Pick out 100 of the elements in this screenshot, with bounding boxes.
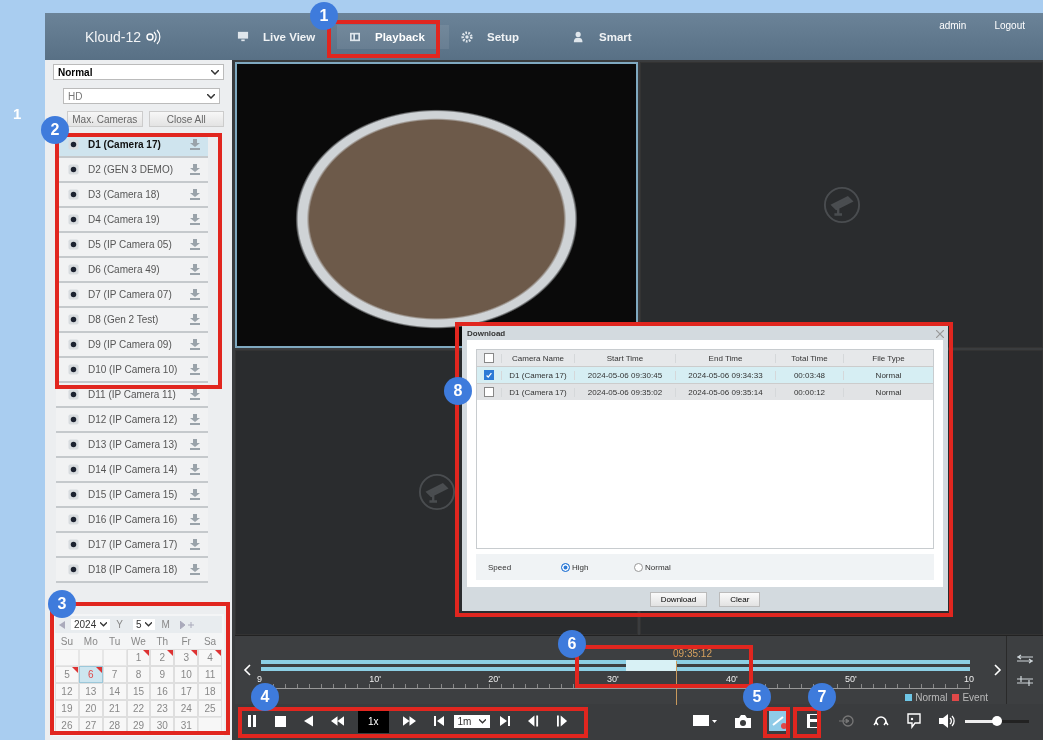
speed-radio[interactable]: Normal	[634, 562, 707, 572]
calendar-day[interactable]: 22	[126, 700, 151, 717]
camera-item[interactable]: D10 (IP Camera 10)	[56, 358, 208, 383]
nav-tab[interactable]: Playback	[337, 24, 449, 49]
calendar-day[interactable]: 1	[126, 649, 151, 666]
calendar-day[interactable]: 15	[126, 683, 151, 700]
calendar-day[interactable]: 10	[174, 666, 199, 683]
camera-item[interactable]: D6 (Camera 49)	[56, 258, 208, 283]
download-icon[interactable]	[190, 414, 200, 425]
logout-link[interactable]: Logout	[994, 20, 1025, 31]
row-checkbox[interactable]	[484, 387, 494, 397]
timeline-track[interactable]	[261, 659, 970, 671]
table-row[interactable]: D1 (Camera 17) 2024-05-06 09:35:02 2024-05-06 09:35:14 00:00:12 Normal	[477, 383, 933, 400]
camera-item[interactable]: D9 (IP Camera 09)	[56, 333, 208, 358]
digital-zoom-icon[interactable]	[839, 714, 855, 728]
download-icon[interactable]	[190, 264, 200, 275]
snapshot-icon[interactable]	[735, 714, 751, 728]
calendar-day[interactable]: 4	[198, 649, 222, 666]
sidebar-button[interactable]: Max. Cameras	[67, 111, 143, 127]
select-all-checkbox[interactable]	[484, 353, 494, 363]
nav-tab[interactable]: Smart	[561, 24, 673, 49]
camera-item[interactable]: D8 (Gen 2 Test)	[56, 308, 208, 333]
calendar-day[interactable]: 11	[198, 666, 222, 683]
download-icon[interactable]	[190, 489, 200, 500]
camera-item[interactable]: D7 (IP Camera 07)	[56, 283, 208, 308]
rewind-icon[interactable]	[331, 716, 344, 726]
download-icon[interactable]	[190, 289, 200, 300]
camera-item[interactable]: D4 (Camera 19)	[56, 208, 208, 233]
calendar-day[interactable]: 16	[150, 683, 175, 700]
download-icon[interactable]	[190, 339, 200, 350]
calendar-day[interactable]: 7	[102, 666, 127, 683]
dialog-button[interactable]: Download	[649, 591, 708, 607]
playhead-line[interactable]	[675, 660, 677, 705]
stream-select[interactable]: Normal	[53, 64, 224, 80]
volume-thumb[interactable]	[992, 715, 1002, 726]
reverse-play-icon[interactable]	[304, 715, 313, 727]
calendar-day[interactable]: 3	[174, 649, 199, 666]
month-select[interactable]: 5	[132, 619, 156, 630]
step-select[interactable]: 1m	[453, 714, 491, 728]
download-icon[interactable]	[190, 464, 200, 475]
step-forward-icon[interactable]	[557, 715, 569, 727]
camera-item[interactable]: D3 (Camera 18)	[56, 183, 208, 208]
chevron-left-icon[interactable]	[243, 664, 251, 676]
stop-icon[interactable]	[275, 715, 286, 727]
camera-item[interactable]: D16 (IP Camera 16)	[56, 508, 208, 533]
pause-icon[interactable]	[247, 715, 257, 727]
calendar-day[interactable]: 5	[55, 666, 79, 683]
row-checkbox[interactable]	[484, 370, 494, 380]
calendar-day[interactable]: 2	[150, 649, 175, 666]
download-icon[interactable]	[190, 364, 200, 375]
dialog-button[interactable]: Clear	[719, 591, 761, 607]
download-icon[interactable]	[190, 164, 200, 175]
camera-item[interactable]: D17 (IP Camera 17)	[56, 533, 208, 558]
calendar-day[interactable]: 14	[102, 683, 127, 700]
nav-tab[interactable]: Setup	[449, 24, 561, 49]
calendar-day[interactable]: 6	[78, 666, 103, 683]
camera-item[interactable]: D15 (IP Camera 15)	[56, 483, 208, 508]
camera-item[interactable]: D14 (IP Camera 14)	[56, 458, 208, 483]
camera-item[interactable]: D13 (IP Camera 13)	[56, 433, 208, 458]
download-icon[interactable]	[190, 314, 200, 325]
previous-frame-icon[interactable]	[433, 716, 444, 726]
calendar-day[interactable]: 21	[102, 700, 127, 717]
calendar-day[interactable]: 8	[126, 666, 151, 683]
volume-icon[interactable]	[939, 714, 955, 728]
volume-slider[interactable]	[965, 719, 1029, 723]
calendar-day[interactable]: 19	[55, 700, 79, 717]
calendar-day[interactable]: 23	[150, 700, 175, 717]
chevron-right-icon[interactable]	[994, 664, 1002, 676]
calendar-day[interactable]: 18	[198, 683, 222, 700]
next-frame-icon[interactable]	[500, 716, 511, 726]
download-icon[interactable]	[190, 189, 200, 200]
calendar-day[interactable]: 24	[174, 700, 199, 717]
step-back-icon[interactable]	[528, 715, 540, 727]
download-icon[interactable]	[190, 564, 200, 575]
speed-radio[interactable]: High	[561, 562, 634, 572]
calendar-day[interactable]: 9	[150, 666, 175, 683]
download-icon[interactable]	[190, 439, 200, 450]
download-icon[interactable]	[190, 514, 200, 525]
layout-icon[interactable]	[693, 715, 717, 727]
download-icon[interactable]	[190, 389, 200, 400]
year-select[interactable]: 2024	[71, 619, 111, 630]
calendar-day[interactable]: 20	[78, 700, 103, 717]
camera-item[interactable]: D18 (IP Camera 18)	[56, 558, 208, 583]
download-icon[interactable]	[190, 239, 200, 250]
calendar-day[interactable]: 17	[174, 683, 199, 700]
calendar-day[interactable]: 13	[78, 683, 103, 700]
camera-item[interactable]: D2 (GEN 3 DEMO)	[56, 158, 208, 183]
tag-icon[interactable]	[907, 713, 921, 729]
zoom-out-icon[interactable]	[1017, 676, 1033, 686]
zoom-in-icon[interactable]	[1017, 654, 1033, 664]
calendar-day[interactable]: 12	[55, 683, 79, 700]
download-icon[interactable]	[190, 539, 200, 550]
camera-item[interactable]: D12 (IP Camera 12)	[56, 408, 208, 433]
download-icon[interactable]	[190, 214, 200, 225]
fast-forward-icon[interactable]	[402, 716, 416, 726]
camera-item[interactable]: D5 (IP Camera 05)	[56, 233, 208, 258]
sidebar-button[interactable]: Close All	[148, 111, 224, 127]
table-row[interactable]: D1 (Camera 17) 2024-05-06 09:30:45 2024-05-06 09:34:33 00:03:48 Normal	[477, 366, 933, 383]
quality-select[interactable]: HD	[63, 88, 220, 104]
calendar-day[interactable]: 25	[198, 700, 222, 717]
